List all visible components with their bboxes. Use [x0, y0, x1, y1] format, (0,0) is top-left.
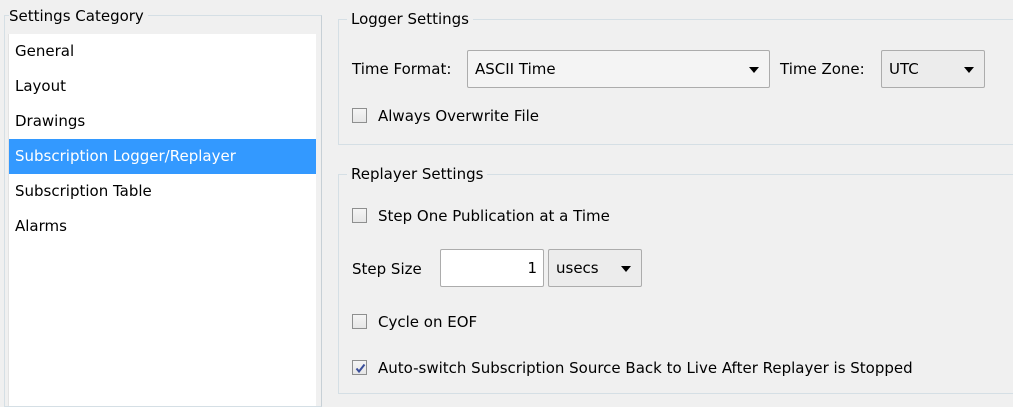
- always-overwrite-checkbox[interactable]: [352, 108, 367, 123]
- time-format-dropdown[interactable]: ASCII Time: [467, 50, 770, 88]
- always-overwrite-label: Always Overwrite File: [378, 107, 540, 125]
- step-unit-value: usecs: [556, 259, 599, 277]
- category-item-layout[interactable]: Layout: [9, 69, 316, 104]
- step-size-input[interactable]: 1: [440, 249, 544, 287]
- replayer-settings-title: Replayer Settings: [347, 165, 488, 183]
- category-item-subscription-logger-replayer[interactable]: Subscription Logger/Replayer: [9, 139, 316, 174]
- time-zone-value: UTC: [889, 60, 919, 78]
- category-item-subscription-table[interactable]: Subscription Table: [9, 174, 316, 209]
- cycle-on-eof-label: Cycle on EOF: [378, 313, 478, 331]
- cycle-on-eof-checkbox[interactable]: [352, 314, 367, 329]
- category-item-drawings[interactable]: Drawings: [9, 104, 316, 139]
- chevron-down-icon: [964, 67, 974, 73]
- time-zone-label: Time Zone:: [780, 60, 865, 78]
- logger-settings-title: Logger Settings: [347, 10, 474, 28]
- chevron-down-icon: [621, 266, 631, 272]
- category-item-alarms[interactable]: Alarms: [9, 209, 316, 244]
- category-item-general[interactable]: General: [9, 34, 316, 69]
- time-format-value: ASCII Time: [475, 60, 556, 78]
- step-size-label: Step Size: [352, 260, 422, 278]
- step-one-publication-label: Step One Publication at a Time: [378, 207, 610, 225]
- time-zone-dropdown[interactable]: UTC: [881, 50, 985, 88]
- settings-category-title: Settings Category: [9, 7, 148, 25]
- auto-switch-checkbox[interactable]: [352, 360, 367, 375]
- checkmark-icon: [355, 363, 366, 374]
- step-one-publication-checkbox[interactable]: [352, 208, 367, 223]
- chevron-down-icon: [749, 67, 759, 73]
- time-format-label: Time Format:: [352, 60, 452, 78]
- auto-switch-label: Auto-switch Subscription Source Back to …: [378, 359, 913, 377]
- step-unit-dropdown[interactable]: usecs: [548, 249, 642, 287]
- settings-category-list[interactable]: General Layout Drawings Subscription Log…: [8, 34, 316, 406]
